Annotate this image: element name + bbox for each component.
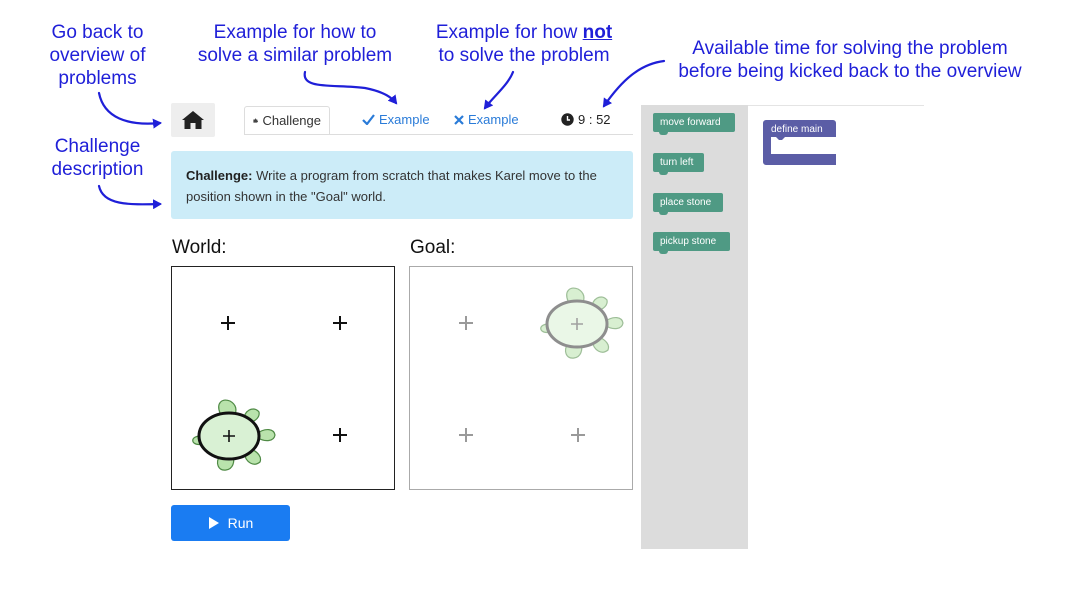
arrow-timer bbox=[602, 59, 666, 108]
annotation-challenge: Challenge description bbox=[40, 135, 155, 181]
annotation-example-line1: Example for how to bbox=[213, 22, 377, 43]
grid-cell-marker bbox=[221, 316, 235, 330]
goal-label: Goal: bbox=[410, 237, 456, 258]
tab-challenge[interactable]: Challenge bbox=[244, 106, 330, 135]
tab-challenge-label: Challenge bbox=[262, 113, 321, 128]
arrow-nonexample bbox=[483, 70, 515, 110]
challenge-label: Challenge: bbox=[186, 168, 253, 183]
tab-example-label: Example bbox=[379, 112, 430, 127]
turtle-icon bbox=[192, 399, 276, 471]
turtle-icon bbox=[540, 287, 624, 359]
goal-grid bbox=[409, 266, 633, 490]
world-grid bbox=[171, 266, 395, 490]
block-move-forward[interactable]: move forward bbox=[653, 113, 735, 135]
block-place-stone[interactable]: place stone bbox=[653, 193, 723, 215]
clock-icon bbox=[561, 113, 574, 126]
tab-example[interactable]: Example bbox=[354, 106, 438, 133]
annotation-time: Available time for solving the problem b… bbox=[662, 37, 1038, 83]
countdown-timer: 9 : 52 bbox=[561, 112, 611, 127]
puzzle-icon bbox=[253, 118, 259, 123]
grid-cell-marker bbox=[459, 316, 473, 330]
grid-cell-marker bbox=[333, 316, 347, 330]
block-turn-left[interactable]: turn left bbox=[653, 153, 704, 175]
annotation-nonexample: Example for how not to solve the problem bbox=[424, 21, 624, 67]
tab-divider bbox=[244, 134, 633, 135]
arrow-challenge bbox=[97, 184, 162, 210]
run-button[interactable]: Run bbox=[171, 505, 290, 541]
annotation-nonexample-emph: not bbox=[582, 22, 613, 43]
annotation-time-line1: Available time for solving the problem bbox=[692, 38, 1008, 59]
annotation-back: Go back to overview of problems bbox=[40, 21, 155, 90]
annotation-back-line2: overview of bbox=[49, 45, 146, 66]
x-icon bbox=[454, 114, 464, 125]
home-icon bbox=[182, 111, 204, 129]
tab-nonexample[interactable]: Example bbox=[446, 106, 527, 133]
block-move-forward-label: move forward bbox=[660, 117, 721, 128]
arrow-home bbox=[97, 91, 162, 129]
grid-cell-marker bbox=[333, 428, 347, 442]
grid-cell-marker bbox=[571, 428, 585, 442]
annotation-back-line3: problems bbox=[58, 68, 137, 89]
timer-value: 9 : 52 bbox=[578, 112, 611, 127]
block-define-main-label: define main bbox=[771, 124, 823, 135]
block-place-stone-label: place stone bbox=[660, 197, 712, 208]
play-icon bbox=[208, 517, 219, 529]
home-button[interactable] bbox=[171, 103, 215, 137]
annotation-nonexample-prefix: Example for how bbox=[435, 22, 583, 43]
workspace-top-border bbox=[748, 105, 924, 106]
annotation-example-line2: solve a similar problem bbox=[197, 45, 393, 66]
annotation-back-line1: Go back to bbox=[51, 22, 144, 43]
annotation-nonexample-line2: to solve the problem bbox=[438, 45, 610, 66]
check-icon bbox=[362, 114, 375, 125]
block-define-main[interactable]: define main bbox=[763, 120, 836, 165]
arrow-example bbox=[303, 70, 398, 105]
annotation-example: Example for how to solve a similar probl… bbox=[186, 21, 404, 67]
annotation-challenge-line2: description bbox=[51, 159, 144, 180]
block-pickup-stone[interactable]: pickup stone bbox=[653, 232, 730, 254]
world-label: World: bbox=[172, 237, 227, 258]
annotation-time-line2: before being kicked back to the overview bbox=[678, 61, 1022, 82]
annotation-challenge-line1: Challenge bbox=[54, 136, 141, 157]
annotation-nonexample-line1: Example for how not bbox=[424, 21, 624, 44]
challenge-description: Challenge: Write a program from scratch … bbox=[171, 151, 633, 219]
grid-cell-marker bbox=[459, 428, 473, 442]
run-button-label: Run bbox=[227, 515, 254, 531]
tab-nonexample-label: Example bbox=[468, 112, 519, 127]
block-turn-left-label: turn left bbox=[660, 157, 694, 168]
block-pickup-stone-label: pickup stone bbox=[660, 236, 717, 247]
